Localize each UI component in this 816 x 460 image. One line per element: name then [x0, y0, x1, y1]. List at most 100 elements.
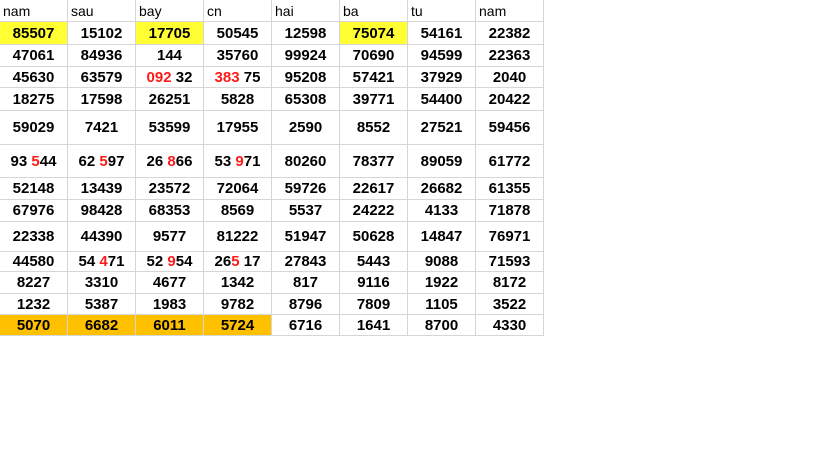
- table-cell[interactable]: 6011: [135, 314, 204, 336]
- table-cell[interactable]: 7809: [339, 293, 408, 315]
- table-cell[interactable]: 17955: [203, 110, 272, 145]
- table-cell[interactable]: 13439: [67, 177, 136, 200]
- table-cell[interactable]: 78377: [339, 144, 408, 178]
- table-cell[interactable]: 6682: [67, 314, 136, 336]
- table-cell[interactable]: 5537: [271, 199, 340, 222]
- table-cell[interactable]: 44390: [67, 221, 136, 252]
- table-cell[interactable]: 3522: [475, 293, 544, 315]
- table-cell[interactable]: 18275: [0, 87, 68, 111]
- table-cell[interactable]: 85507: [0, 21, 68, 45]
- table-cell[interactable]: 26 866: [135, 144, 204, 178]
- table-cell[interactable]: 47061: [0, 44, 68, 67]
- table-cell[interactable]: 81222: [203, 221, 272, 252]
- column-header[interactable]: tu: [407, 0, 476, 22]
- table-cell[interactable]: 9577: [135, 221, 204, 252]
- table-cell[interactable]: 817: [271, 271, 340, 294]
- table-cell[interactable]: 22382: [475, 21, 544, 45]
- column-header[interactable]: sau: [67, 0, 136, 22]
- table-cell[interactable]: 5387: [67, 293, 136, 315]
- table-cell[interactable]: 26682: [407, 177, 476, 200]
- table-cell[interactable]: 5828: [203, 87, 272, 111]
- table-cell[interactable]: 70690: [339, 44, 408, 67]
- table-cell[interactable]: 61355: [475, 177, 544, 200]
- table-cell[interactable]: 62 597: [67, 144, 136, 178]
- table-cell[interactable]: 27521: [407, 110, 476, 145]
- table-cell[interactable]: 89059: [407, 144, 476, 178]
- table-cell[interactable]: 092 32: [135, 66, 204, 88]
- column-header[interactable]: nam: [475, 0, 544, 22]
- table-cell[interactable]: 76971: [475, 221, 544, 252]
- table-cell[interactable]: 53 971: [203, 144, 272, 178]
- table-cell[interactable]: 54 471: [67, 251, 136, 272]
- table-cell[interactable]: 27843: [271, 251, 340, 272]
- table-cell[interactable]: 80260: [271, 144, 340, 178]
- table-cell[interactable]: 26251: [135, 87, 204, 111]
- table-cell[interactable]: 59029: [0, 110, 68, 145]
- table-cell[interactable]: 2590: [271, 110, 340, 145]
- table-cell[interactable]: 52148: [0, 177, 68, 200]
- table-cell[interactable]: 8227: [0, 271, 68, 294]
- table-cell[interactable]: 3310: [67, 271, 136, 294]
- table-cell[interactable]: 4677: [135, 271, 204, 294]
- table-cell[interactable]: 59726: [271, 177, 340, 200]
- table-cell[interactable]: 17598: [67, 87, 136, 111]
- table-cell[interactable]: 67976: [0, 199, 68, 222]
- table-cell[interactable]: 22617: [339, 177, 408, 200]
- table-cell[interactable]: 383 75: [203, 66, 272, 88]
- table-cell[interactable]: 1983: [135, 293, 204, 315]
- table-cell[interactable]: 75074: [339, 21, 408, 45]
- table-cell[interactable]: 68353: [135, 199, 204, 222]
- table-cell[interactable]: 20422: [475, 87, 544, 111]
- table-cell[interactable]: 54161: [407, 21, 476, 45]
- table-cell[interactable]: 14847: [407, 221, 476, 252]
- table-cell[interactable]: 37929: [407, 66, 476, 88]
- table-cell[interactable]: 53599: [135, 110, 204, 145]
- table-cell[interactable]: 65308: [271, 87, 340, 111]
- table-cell[interactable]: 57421: [339, 66, 408, 88]
- table-cell[interactable]: 5724: [203, 314, 272, 336]
- column-header[interactable]: hai: [271, 0, 340, 22]
- table-cell[interactable]: 7421: [67, 110, 136, 145]
- table-cell[interactable]: 98428: [67, 199, 136, 222]
- column-header[interactable]: cn: [203, 0, 272, 22]
- table-cell[interactable]: 45630: [0, 66, 68, 88]
- table-cell[interactable]: 17705: [135, 21, 204, 45]
- table-cell[interactable]: 22363: [475, 44, 544, 67]
- table-cell[interactable]: 1105: [407, 293, 476, 315]
- table-cell[interactable]: 44580: [0, 251, 68, 272]
- table-cell[interactable]: 35760: [203, 44, 272, 67]
- table-cell[interactable]: 265 17: [203, 251, 272, 272]
- table-cell[interactable]: 4330: [475, 314, 544, 336]
- table-cell[interactable]: 99924: [271, 44, 340, 67]
- table-cell[interactable]: 12598: [271, 21, 340, 45]
- table-cell[interactable]: 23572: [135, 177, 204, 200]
- table-cell[interactable]: 71878: [475, 199, 544, 222]
- table-cell[interactable]: 5070: [0, 314, 68, 336]
- table-cell[interactable]: 5443: [339, 251, 408, 272]
- table-cell[interactable]: 144: [135, 44, 204, 67]
- column-header[interactable]: ba: [339, 0, 408, 22]
- table-cell[interactable]: 95208: [271, 66, 340, 88]
- table-cell[interactable]: 8172: [475, 271, 544, 294]
- table-cell[interactable]: 6716: [271, 314, 340, 336]
- table-cell[interactable]: 8569: [203, 199, 272, 222]
- table-cell[interactable]: 8700: [407, 314, 476, 336]
- table-cell[interactable]: 1922: [407, 271, 476, 294]
- table-cell[interactable]: 2040: [475, 66, 544, 88]
- table-cell[interactable]: 94599: [407, 44, 476, 67]
- table-cell[interactable]: 1232: [0, 293, 68, 315]
- table-cell[interactable]: 8796: [271, 293, 340, 315]
- table-cell[interactable]: 61772: [475, 144, 544, 178]
- table-cell[interactable]: 54400: [407, 87, 476, 111]
- table-cell[interactable]: 22338: [0, 221, 68, 252]
- column-header[interactable]: nam: [0, 0, 68, 22]
- table-cell[interactable]: 93 544: [0, 144, 68, 178]
- table-cell[interactable]: 50545: [203, 21, 272, 45]
- table-cell[interactable]: 24222: [339, 199, 408, 222]
- table-cell[interactable]: 52 954: [135, 251, 204, 272]
- table-cell[interactable]: 50628: [339, 221, 408, 252]
- table-cell[interactable]: 72064: [203, 177, 272, 200]
- table-cell[interactable]: 9782: [203, 293, 272, 315]
- column-header[interactable]: bay: [135, 0, 204, 22]
- table-cell[interactable]: 1641: [339, 314, 408, 336]
